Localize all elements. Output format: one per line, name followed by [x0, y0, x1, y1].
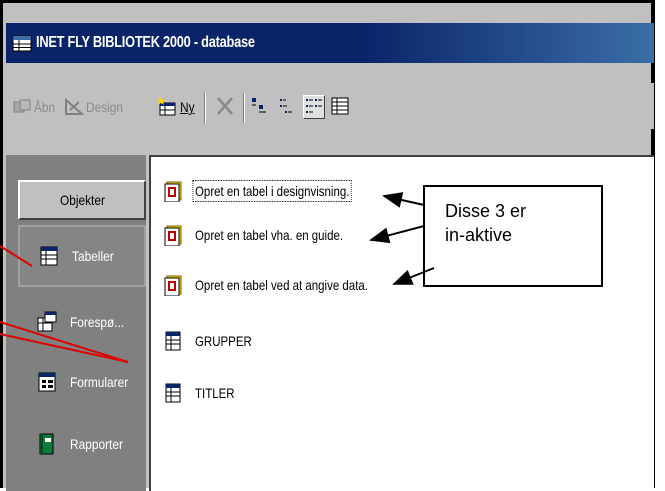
- shortcut-icon: [163, 274, 183, 297]
- details-view-button[interactable]: [330, 95, 350, 117]
- new-label: Ny: [180, 99, 195, 115]
- database-toolbar: Åbn Design Ny: [6, 83, 654, 129]
- list-item[interactable]: GRUPPER: [163, 327, 264, 355]
- objects-header-label: Objekter: [59, 192, 105, 208]
- list-item-label: GRUPPER: [195, 333, 252, 349]
- window-title: INET FLY BIBLIOTEK 2000 - database: [36, 34, 255, 51]
- annotation-line-2: in-aktive: [445, 225, 513, 245]
- new-button[interactable]: Ny: [156, 95, 197, 119]
- list-item[interactable]: Opret en tabel vha. en guide.: [163, 221, 376, 249]
- open-button[interactable]: Åbn: [12, 95, 59, 119]
- shortcut-icon: [163, 180, 183, 203]
- sidebar-item-queries[interactable]: Forespø...: [18, 291, 146, 353]
- list-item[interactable]: Opret en tabel ved at angive data.: [163, 271, 406, 299]
- list-item-label: TITLER: [195, 385, 235, 401]
- toolbar-separator: [243, 93, 245, 123]
- query-icon: [36, 311, 58, 333]
- sidebar-item-reports[interactable]: Rapporter: [18, 413, 146, 475]
- table-icon: [163, 382, 183, 404]
- title-bar[interactable]: INET FLY BIBLIOTEK 2000 - database: [6, 23, 654, 63]
- list-icon: [306, 99, 322, 113]
- objects-header-button[interactable]: Objekter: [18, 180, 146, 220]
- list-item[interactable]: TITLER: [163, 379, 243, 407]
- database-icon: [12, 33, 32, 53]
- delete-x-icon: [214, 95, 236, 120]
- form-icon: [36, 371, 58, 393]
- design-label: Design: [86, 99, 124, 115]
- open-icon: [12, 98, 32, 116]
- open-label: Åbn: [34, 99, 56, 115]
- report-icon: [36, 433, 58, 455]
- large-icons-view-button[interactable]: [250, 95, 270, 117]
- small-icons-view-button[interactable]: [277, 95, 297, 117]
- large-icons-icon: [252, 98, 266, 113]
- annotation-line-1: Disse 3 er: [445, 201, 527, 221]
- sidebar-item-tables[interactable]: Tabeller: [18, 225, 146, 287]
- annotation-callout: Disse 3 er in-aktive: [423, 185, 603, 287]
- sidebar-item-forms[interactable]: Formularer: [18, 351, 146, 413]
- sidebar-item-label: Rapporter: [70, 436, 123, 452]
- toolbar-separator: [204, 93, 206, 123]
- sidebar-item-label: Forespø...: [70, 314, 125, 330]
- details-icon: [331, 97, 349, 115]
- table-icon: [38, 245, 60, 267]
- delete-button[interactable]: [214, 95, 236, 119]
- list-item-label: Opret en tabel ved at angive data.: [195, 277, 368, 293]
- small-icons-icon: [280, 99, 292, 113]
- objects-bar: Objekter Tabeller Forespø... Formularer …: [6, 155, 146, 491]
- sidebar-item-label: Formularer: [70, 374, 129, 390]
- list-item[interactable]: Opret en tabel i designvisning.: [163, 177, 383, 205]
- design-icon: [64, 97, 85, 116]
- shortcut-icon: [163, 224, 183, 247]
- list-item-label: Opret en tabel i designvisning.: [192, 180, 352, 202]
- new-table-icon: [156, 97, 178, 117]
- sidebar-item-label: Tabeller: [72, 248, 114, 264]
- list-view-button[interactable]: [303, 95, 325, 119]
- list-item-label: Opret en tabel vha. en guide.: [195, 227, 344, 243]
- table-icon: [163, 330, 183, 352]
- design-button[interactable]: Design: [64, 95, 130, 119]
